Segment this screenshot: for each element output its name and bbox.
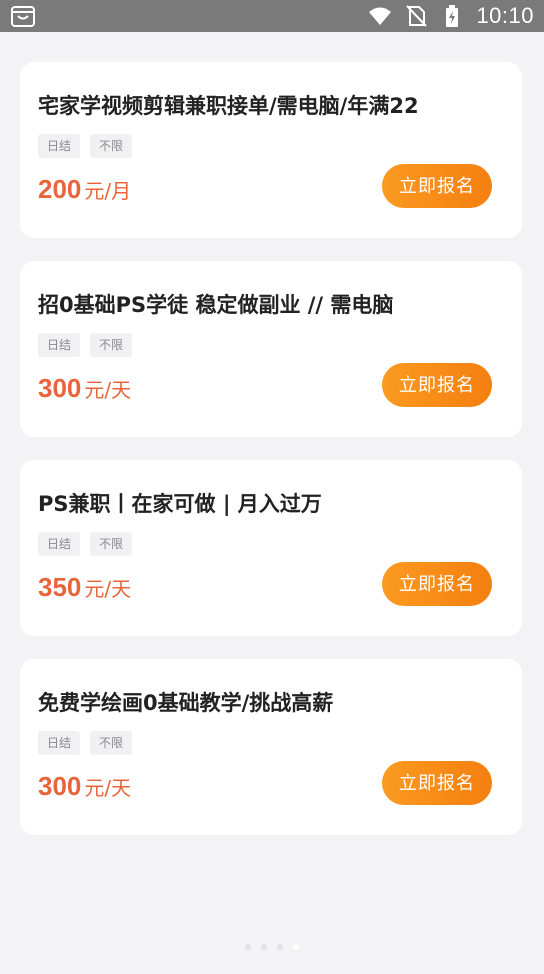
salary-amount: 300: [38, 771, 82, 801]
page-dot[interactable]: [261, 944, 267, 950]
salary-unit: 元/月: [84, 179, 132, 203]
status-bar: 10:10: [0, 0, 544, 32]
job-title: PS兼职丨在家可做 | 月入过万: [38, 492, 322, 516]
apply-button[interactable]: 立即报名: [382, 562, 492, 606]
job-title: 宅家学视频剪辑兼职接单/需电脑/年满22: [38, 94, 419, 118]
salary-amount: 350: [38, 572, 82, 602]
apply-button[interactable]: 立即报名: [382, 761, 492, 805]
job-card[interactable]: 宅家学视频剪辑兼职接单/需电脑/年满22 日结 不限 200 元/月 立即报名: [20, 62, 522, 238]
tag-requirement: 不限: [90, 134, 133, 158]
tag-requirement: 不限: [90, 532, 133, 556]
tag-settlement: 日结: [38, 731, 81, 755]
status-time: 10:10: [476, 3, 534, 28]
job-tags: 日结 不限: [38, 134, 133, 158]
page-dot-active[interactable]: [293, 944, 299, 950]
salary-amount: 200: [38, 174, 82, 204]
no-sim-icon: [406, 5, 428, 27]
job-title: 招0基础PS学徒 稳定做副业 // 需电脑: [38, 293, 394, 317]
job-card[interactable]: PS兼职丨在家可做 | 月入过万 日结 不限 350 元/天 立即报名: [20, 460, 522, 636]
tag-settlement: 日结: [38, 333, 81, 357]
battery-charging-icon: [446, 5, 459, 27]
job-card[interactable]: 招0基础PS学徒 稳定做副业 // 需电脑 日结 不限 300 元/天 立即报名: [20, 261, 522, 437]
job-salary: 300 元/天: [38, 373, 131, 404]
job-salary: 300 元/天: [38, 771, 131, 802]
tag-requirement: 不限: [90, 731, 133, 755]
job-title: 免费学绘画0基础教学/挑战高薪: [38, 691, 334, 715]
wifi-icon: [369, 7, 392, 25]
tag-settlement: 日结: [38, 134, 81, 158]
apply-button[interactable]: 立即报名: [382, 164, 492, 208]
job-salary: 200 元/月: [38, 174, 131, 205]
job-tags: 日结 不限: [38, 333, 133, 357]
salary-unit: 元/天: [84, 776, 132, 800]
job-salary: 350 元/天: [38, 572, 131, 603]
salary-unit: 元/天: [84, 378, 132, 402]
job-tags: 日结 不限: [38, 731, 133, 755]
shopping-bag-icon: [11, 6, 35, 27]
job-card[interactable]: 免费学绘画0基础教学/挑战高薪 日结 不限 300 元/天 立即报名: [20, 659, 522, 835]
apply-button[interactable]: 立即报名: [382, 363, 492, 407]
salary-unit: 元/天: [84, 577, 132, 601]
salary-amount: 300: [38, 373, 82, 403]
page-dot[interactable]: [245, 944, 251, 950]
tag-settlement: 日结: [38, 532, 81, 556]
tag-requirement: 不限: [90, 333, 133, 357]
page-indicator: [0, 944, 544, 950]
page-dot[interactable]: [277, 944, 283, 950]
job-tags: 日结 不限: [38, 532, 133, 556]
